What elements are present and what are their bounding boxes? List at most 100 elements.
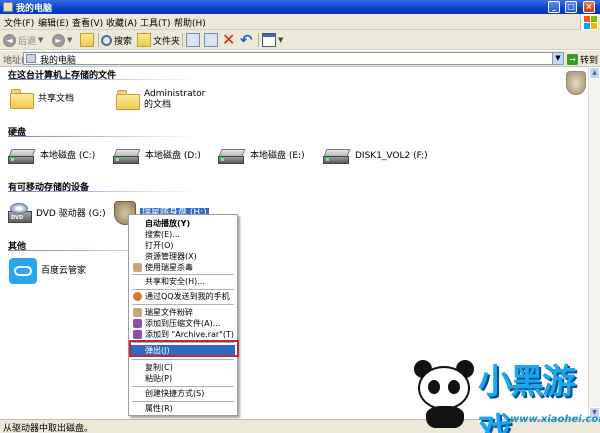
drive-label: DISK1_VOL2 (F:) — [355, 150, 428, 161]
address-field[interactable]: 我的电脑 ▼ — [23, 52, 564, 66]
rising-shield-icon — [133, 308, 142, 317]
search-button[interactable]: 搜索 — [101, 32, 132, 48]
chevron-down-icon[interactable]: ▼ — [552, 53, 563, 64]
dvd-drive-icon: DVD — [8, 203, 32, 225]
menu-favorites[interactable]: 收藏(A) — [106, 16, 137, 29]
move-to-icon — [186, 33, 200, 47]
views-button[interactable]: ▼ — [262, 32, 283, 48]
folders-button[interactable]: 文件夹 — [137, 32, 180, 48]
drive-e[interactable]: 本地磁盘 (E:) — [218, 147, 305, 165]
menu-edit[interactable]: 编辑(E) — [38, 16, 69, 29]
rising-shield-icon — [566, 71, 586, 95]
delete-x-icon: ✕ — [222, 30, 236, 49]
menu-tools[interactable]: 工具(T) — [140, 16, 171, 29]
menu-item-label: 使用瑞星杀毒 — [145, 263, 193, 272]
scroll-up-arrow-icon[interactable]: ▲ — [589, 67, 600, 79]
address-value: 我的电脑 — [40, 56, 77, 66]
menu-item-sharing[interactable]: 共享和安全(H)... — [131, 276, 235, 287]
hard-disk-icon — [218, 147, 246, 165]
go-arrow-icon: → — [567, 54, 578, 65]
panda-mascot-icon — [408, 352, 486, 428]
folder-admin-docs[interactable]: Administrator 的文档 — [116, 89, 206, 111]
menu-view[interactable]: 查看(V) — [72, 16, 103, 29]
hard-disk-icon — [113, 147, 141, 165]
watermark: 小黑游戏 www.xiaohei.com — [408, 352, 600, 433]
menu-item-qq-send[interactable]: 通过QQ发送到我的手机 — [131, 291, 235, 302]
menu-item-copy[interactable]: 复制(C) — [131, 362, 235, 373]
folders-icon — [137, 33, 151, 47]
menu-help[interactable]: 帮助(H) — [174, 16, 206, 29]
close-button[interactable]: × — [583, 1, 595, 13]
delete-button[interactable]: ✕ — [222, 32, 235, 48]
menu-item-rising-scan[interactable]: 使用瑞星杀毒 — [131, 262, 235, 273]
menu-item-add-archive-rar[interactable]: 添加到 "Archive.rar"(T) — [131, 329, 235, 340]
forward-button[interactable]: ► ▼ — [52, 32, 72, 48]
search-label: 搜索 — [114, 36, 133, 47]
section-divider — [8, 79, 198, 80]
folder-icon — [10, 89, 34, 109]
menu-item-paste[interactable]: 粘贴(P) — [131, 373, 235, 384]
baidu-cloud-icon — [9, 258, 37, 284]
menu-item-properties[interactable]: 属性(R) — [131, 403, 235, 414]
window-title: 我的电脑 — [16, 4, 53, 14]
baidu-cloud-manager[interactable]: 百度云管家 — [9, 258, 86, 284]
back-arrow-icon: ◄ — [3, 33, 16, 47]
up-folder-icon — [80, 33, 94, 47]
folder-shared-docs[interactable]: 共享文档 — [10, 89, 74, 109]
menu-item-label: 添加到压缩文件(A)... — [145, 319, 221, 328]
menu-item-autoplay[interactable]: 自动播放(Y) — [131, 218, 235, 229]
menu-item-create-shortcut[interactable]: 创建快捷方式(S) — [131, 388, 235, 399]
copy-to-button[interactable] — [204, 32, 220, 48]
windows-logo-icon — [580, 14, 598, 30]
dvd-drive-g[interactable]: DVD DVD 驱动器 (G:) — [8, 203, 106, 225]
highlight-annotation-box — [129, 340, 239, 357]
section-divider — [8, 191, 198, 192]
undo-icon: ↶ — [240, 31, 253, 49]
folder-label: Administrator 的文档 — [144, 89, 206, 110]
drive-f[interactable]: DISK1_VOL2 (F:) — [323, 147, 428, 165]
drive-c[interactable]: 本地磁盘 (C:) — [8, 147, 95, 165]
watermark-url: www.xiaohei.com — [510, 414, 600, 425]
rising-shield-icon — [133, 263, 142, 272]
drive-label: DVD 驱动器 (G:) — [36, 208, 106, 219]
qq-icon — [133, 292, 142, 301]
folder-label: 共享文档 — [38, 93, 75, 104]
title-bar: 我的电脑 _ □ × — [0, 0, 600, 14]
chevron-down-icon[interactable]: ▼ — [278, 36, 283, 44]
menu-item-open[interactable]: 打开(O) — [131, 240, 235, 251]
drive-d[interactable]: 本地磁盘 (D:) — [113, 147, 201, 165]
back-button[interactable]: ◄ 后退 ▼ — [3, 32, 43, 48]
menu-item-search[interactable]: 搜索(E)... — [131, 229, 235, 240]
maximize-button[interactable]: □ — [565, 1, 577, 13]
chevron-down-icon[interactable]: ▼ — [38, 36, 43, 44]
minimize-button[interactable]: _ — [548, 1, 560, 13]
folders-label: 文件夹 — [153, 36, 181, 47]
winrar-icon — [133, 330, 142, 339]
go-button[interactable]: → 转到 — [567, 53, 598, 66]
menu-item-add-archive[interactable]: 添加到压缩文件(A)... — [131, 318, 235, 329]
undo-button[interactable]: ↶ — [240, 32, 253, 48]
move-to-button[interactable] — [186, 32, 202, 48]
menu-item-explorer[interactable]: 资源管理器(X) — [131, 251, 235, 262]
drive-label: 本地磁盘 (E:) — [250, 150, 305, 161]
go-label: 转到 — [580, 56, 599, 66]
hard-disk-icon — [8, 147, 36, 165]
forward-arrow-icon: ► — [52, 33, 65, 47]
toolbar: ◄ 后退 ▼ ► ▼ 搜索 文件夹 ✕ ↶ ▼ — [0, 30, 600, 50]
menu-item-label: 添加到 "Archive.rar"(T) — [145, 330, 234, 339]
section-divider — [8, 136, 198, 137]
menu-item-label: 通过QQ发送到我的手机 — [145, 292, 230, 301]
winrar-icon — [133, 319, 142, 328]
my-computer-icon — [3, 2, 13, 12]
chevron-down-icon[interactable]: ▼ — [67, 36, 72, 44]
menu-item-shred[interactable]: 瑞星文件粉碎 — [131, 307, 235, 318]
search-icon — [101, 34, 112, 46]
menu-file[interactable]: 文件(F) — [4, 16, 34, 29]
hard-disk-icon — [323, 147, 351, 165]
up-folder-button[interactable] — [80, 32, 96, 48]
menu-bar: 文件(F) 编辑(E) 查看(V) 收藏(A) 工具(T) 帮助(H) — [0, 14, 600, 30]
drive-label: 本地磁盘 (C:) — [40, 150, 96, 161]
menu-item-label: 瑞星文件粉碎 — [145, 308, 193, 317]
copy-to-icon — [204, 33, 218, 47]
app-label: 百度云管家 — [41, 265, 87, 276]
